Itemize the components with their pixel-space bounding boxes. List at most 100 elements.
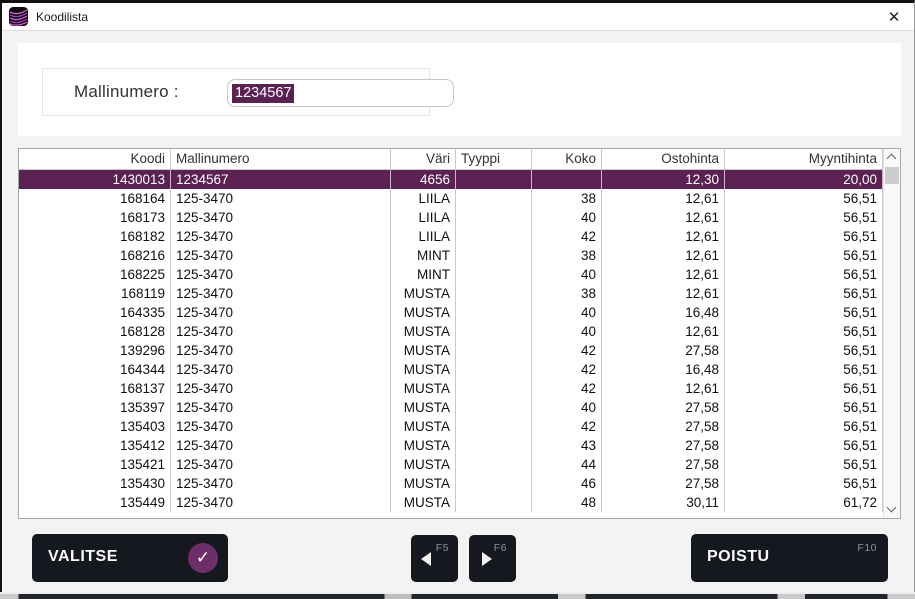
table-cell-mallinumero: 125-3470 <box>171 379 391 398</box>
scroll-up-button[interactable] <box>884 149 900 166</box>
table-row[interactable]: 168173125-3470LIILA4012,6156,51 <box>19 208 900 227</box>
table-cell-tyyppi <box>456 265 532 284</box>
valitse-button[interactable]: VALITSE ✓ <box>32 534 228 582</box>
table-row[interactable]: 168128125-3470MUSTA4012,6156,51 <box>19 322 900 341</box>
table-row[interactable]: 135421125-3470MUSTA4427,5856,51 <box>19 455 900 474</box>
column-header-tyyppi: Tyyppi <box>456 149 532 169</box>
table-cell-myyntihinta: 56,51 <box>725 398 883 417</box>
table-cell-mallinumero: 125-3470 <box>171 417 391 436</box>
table-cell-mallinumero: 125-3470 <box>171 284 391 303</box>
window-title: Koodilista <box>36 10 88 24</box>
table-cell-vari: MUSTA <box>391 303 456 322</box>
poistu-button[interactable]: POISTU F10 <box>691 534 888 582</box>
scroll-down-button[interactable] <box>884 501 900 518</box>
app-window: Koodilista ✕ Mallinumero : 1234567 Koodi… <box>0 0 915 592</box>
table-cell-myyntihinta: 56,51 <box>725 455 883 474</box>
close-icon[interactable]: ✕ <box>874 3 914 31</box>
column-header-myyntihinta: Myyntihinta <box>725 149 883 169</box>
scrollbar-thumb[interactable] <box>885 167 899 184</box>
table-row[interactable]: 168137125-3470MUSTA4212,6156,51 <box>19 379 900 398</box>
table-cell-koodi: 168216 <box>19 246 171 265</box>
table-cell-koodi: 168164 <box>19 189 171 208</box>
table-cell-vari: LIILA <box>391 208 456 227</box>
table-cell-ostohinta: 12,61 <box>602 284 725 303</box>
table-cell-vari: MUSTA <box>391 322 456 341</box>
table-cell-koko: 40 <box>532 208 602 227</box>
table-cell-vari: MUSTA <box>391 455 456 474</box>
poistu-button-label: POISTU <box>707 548 770 566</box>
table-cell-vari: 4656 <box>391 170 456 189</box>
table-row[interactable]: 168164125-3470LIILA3812,6156,51 <box>19 189 900 208</box>
table-cell-myyntihinta: 56,51 <box>725 341 883 360</box>
table-row[interactable]: 135449125-3470MUSTA4830,1161,72 <box>19 493 900 512</box>
chevron-up-icon <box>887 154 897 164</box>
table-cell-koko: 46 <box>532 474 602 493</box>
table-cell-tyyppi <box>456 360 532 379</box>
table-cell-ostohinta: 12,61 <box>602 265 725 284</box>
table-cell-koodi: 168173 <box>19 208 171 227</box>
table-row[interactable]: 135430125-3470MUSTA4627,5856,51 <box>19 474 900 493</box>
table-cell-mallinumero: 125-3470 <box>171 265 391 284</box>
table-row[interactable]: 135403125-3470MUSTA4227,5856,51 <box>19 417 900 436</box>
table-row[interactable]: 168119125-3470MUSTA3812,6156,51 <box>19 284 900 303</box>
code-list-table: Koodi Mallinumero Väri Tyyppi Koko Ostoh… <box>18 148 901 519</box>
table-cell-tyyppi <box>456 417 532 436</box>
table-row[interactable]: 14300131234567465612,3020,00 <box>19 170 900 189</box>
arrow-left-icon <box>421 552 431 566</box>
table-cell-koko: 38 <box>532 246 602 265</box>
table-cell-koko: 42 <box>532 379 602 398</box>
table-cell-tyyppi <box>456 246 532 265</box>
table-cell-koodi: 168182 <box>19 227 171 246</box>
table-cell-myyntihinta: 56,51 <box>725 379 883 398</box>
table-cell-tyyppi <box>456 493 532 512</box>
table-cell-vari: MUSTA <box>391 341 456 360</box>
table-row[interactable]: 168216125-3470MINT3812,6156,51 <box>19 246 900 265</box>
table-cell-vari: MUSTA <box>391 436 456 455</box>
table-cell-tyyppi <box>456 379 532 398</box>
table-cell-ostohinta: 12,61 <box>602 189 725 208</box>
table-cell-ostohinta: 30,11 <box>602 493 725 512</box>
table-cell-vari: MUSTA <box>391 417 456 436</box>
table-row[interactable]: 139296125-3470MUSTA4227,5856,51 <box>19 341 900 360</box>
table-cell-tyyppi <box>456 341 532 360</box>
table-row[interactable]: 164335125-3470MUSTA4016,4856,51 <box>19 303 900 322</box>
table-cell-mallinumero: 125-3470 <box>171 303 391 322</box>
table-row[interactable]: 135412125-3470MUSTA4327,5856,51 <box>19 436 900 455</box>
table-cell-myyntihinta: 56,51 <box>725 265 883 284</box>
table-row[interactable]: 135397125-3470MUSTA4027,5856,51 <box>19 398 900 417</box>
table-cell-ostohinta: 12,61 <box>602 208 725 227</box>
table-cell-mallinumero: 125-3470 <box>171 436 391 455</box>
column-header-koodi: Koodi <box>19 149 171 169</box>
table-cell-vari: LIILA <box>391 189 456 208</box>
previous-button[interactable]: F5 <box>411 535 458 582</box>
table-cell-koko: 42 <box>532 341 602 360</box>
table-cell-tyyppi <box>456 474 532 493</box>
table-cell-vari: MINT <box>391 246 456 265</box>
table-cell-koodi: 168137 <box>19 379 171 398</box>
table-cell-koko: 38 <box>532 284 602 303</box>
table-cell-mallinumero: 125-3470 <box>171 246 391 265</box>
model-number-input[interactable]: 1234567 <box>227 79 454 107</box>
table-cell-ostohinta: 12,61 <box>602 246 725 265</box>
table-row[interactable]: 164344125-3470MUSTA4216,4856,51 <box>19 360 900 379</box>
table-cell-myyntihinta: 56,51 <box>725 284 883 303</box>
next-button[interactable]: F6 <box>469 535 516 582</box>
table-row[interactable]: 168225125-3470MINT4012,6156,51 <box>19 265 900 284</box>
table-cell-koodi: 135403 <box>19 417 171 436</box>
valitse-button-label: VALITSE <box>48 548 118 566</box>
table-cell-myyntihinta: 56,51 <box>725 360 883 379</box>
background-window-sliver <box>0 592 915 599</box>
table-row[interactable]: 168182125-3470LIILA4212,6156,51 <box>19 227 900 246</box>
table-cell-mallinumero: 125-3470 <box>171 322 391 341</box>
table-cell-koko: 38 <box>532 189 602 208</box>
table-cell-ostohinta: 27,58 <box>602 436 725 455</box>
table-cell-koodi: 1430013 <box>19 170 171 189</box>
column-header-ostohinta: Ostohinta <box>602 149 725 169</box>
table-cell-mallinumero: 125-3470 <box>171 227 391 246</box>
table-cell-mallinumero: 125-3470 <box>171 189 391 208</box>
table-cell-tyyppi <box>456 303 532 322</box>
table-cell-mallinumero: 1234567 <box>171 170 391 189</box>
vertical-scrollbar[interactable] <box>883 149 900 518</box>
table-cell-tyyppi <box>456 322 532 341</box>
table-cell-mallinumero: 125-3470 <box>171 360 391 379</box>
